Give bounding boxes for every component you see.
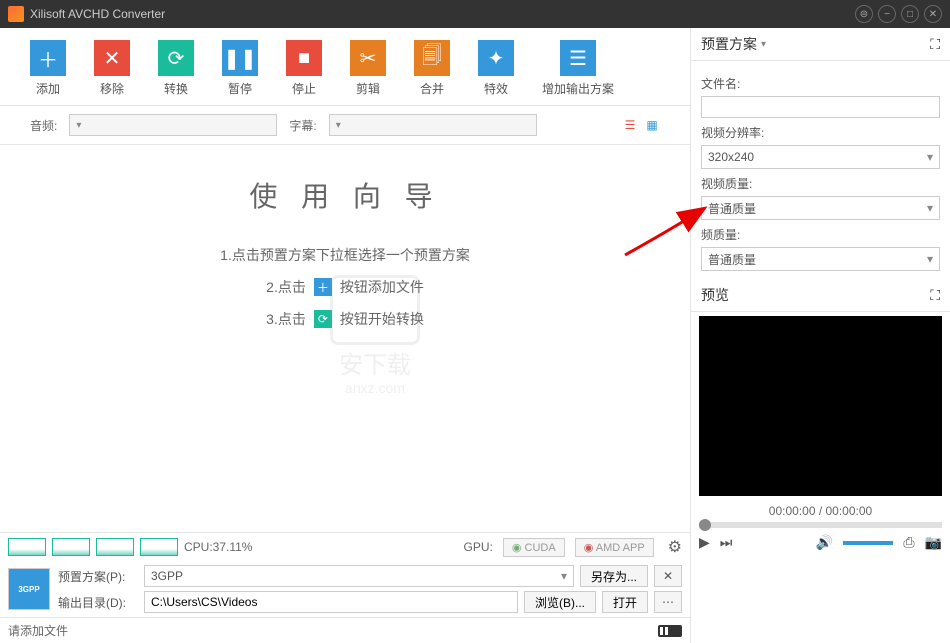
wizard-area: 使 用 向 导 1.点击预置方案下拉框选择一个预置方案 2.点击 ＋ 按钮添加文… xyxy=(0,145,690,532)
wizard-step-3: 3.点击 ⟳ 按钮开始转换 xyxy=(0,309,690,329)
cpu-core-3 xyxy=(96,538,134,556)
saveas-button[interactable]: 另存为... xyxy=(580,565,648,587)
merge-icon: 🗐 xyxy=(414,40,450,76)
add-profile-button[interactable]: ☰ 增加输出方案 xyxy=(542,40,614,97)
subtitle-select[interactable] xyxy=(329,114,537,136)
vquality-select[interactable]: 普通质量 xyxy=(701,196,940,220)
pause-icon: ❚❚ xyxy=(222,40,258,76)
cuda-button[interactable]: ◉ CUDA xyxy=(503,538,565,557)
cpu-core-1 xyxy=(8,538,46,556)
gpu-label: GPU: xyxy=(464,540,493,554)
effect-button[interactable]: ✦ 特效 xyxy=(478,40,514,97)
expand-preset-icon[interactable]: ⛶ xyxy=(930,36,940,53)
resolution-label: 视频分辨率: xyxy=(701,124,940,141)
wizard-step-2: 2.点击 ＋ 按钮添加文件 xyxy=(0,277,690,297)
grid-view-icon[interactable]: ▦ xyxy=(644,117,660,133)
wizard-title: 使 用 向 导 xyxy=(0,175,690,215)
toolbar: ＋ 添加 ✕ 移除 ⟳ 转换 ❚❚ 暂停 ■ 停止 ✂ 剪辑 xyxy=(0,28,690,106)
close-button[interactable]: ✕ xyxy=(924,5,942,23)
output-label: 输出目录(D): xyxy=(58,594,138,611)
status-toggle[interactable] xyxy=(658,625,682,637)
list-plus-icon: ☰ xyxy=(560,40,596,76)
cpu-core-4 xyxy=(140,538,178,556)
filename-label: 文件名: xyxy=(701,75,940,92)
preset-panel-title: 预置方案 xyxy=(701,34,757,54)
minimize-button[interactable]: − xyxy=(878,5,896,23)
cpu-core-2 xyxy=(52,538,90,556)
resolution-select[interactable]: 320x240 xyxy=(701,145,940,169)
profile-format-icon: 3GPP xyxy=(8,568,50,610)
arrow-cycle-icon: ⟳ xyxy=(158,40,194,76)
pause-button[interactable]: ❚❚ 暂停 xyxy=(222,40,258,97)
play-button[interactable]: ▶ xyxy=(699,534,710,551)
convert-button[interactable]: ⟳ 转换 xyxy=(158,40,194,97)
volume-icon[interactable]: 🔊 xyxy=(816,534,833,551)
preview-seek-slider[interactable] xyxy=(699,522,942,528)
add-button[interactable]: ＋ 添加 xyxy=(30,40,66,97)
output-dir-input[interactable] xyxy=(144,591,518,613)
status-text: 请添加文件 xyxy=(8,622,68,639)
stop-button[interactable]: ■ 停止 xyxy=(286,40,322,97)
settings-button[interactable]: ⊜ xyxy=(855,5,873,23)
output-more-button[interactable]: ⋯ xyxy=(654,591,682,613)
scissors-icon: ✂ xyxy=(350,40,386,76)
preview-video xyxy=(699,316,942,496)
audio-label: 音频: xyxy=(30,117,57,134)
preview-time: 00:00:00 / 00:00:00 xyxy=(691,500,950,522)
volume-slider[interactable] xyxy=(843,541,893,545)
vquality-label: 视频质量: xyxy=(701,175,940,192)
wizard-step-1: 1.点击预置方案下拉框选择一个预置方案 xyxy=(0,245,690,265)
browse-button[interactable]: 浏览(B)... xyxy=(524,591,596,613)
list-view-icon[interactable]: ☰ xyxy=(622,117,638,133)
next-button[interactable]: ⏭ xyxy=(720,534,733,551)
preset-select[interactable]: 3GPP▾ xyxy=(144,565,574,587)
open-button[interactable]: 打开 xyxy=(602,591,648,613)
filename-input[interactable] xyxy=(701,96,940,118)
expand-preview-icon[interactable]: ⛶ xyxy=(930,287,940,304)
merge-button[interactable]: 🗐 合并 xyxy=(414,40,450,97)
x-icon: ✕ xyxy=(94,40,130,76)
snapshot-button[interactable]: ⎙ xyxy=(903,534,914,551)
sparkle-icon: ✦ xyxy=(478,40,514,76)
camera-button[interactable]: 📷 xyxy=(925,534,942,551)
cut-button[interactable]: ✂ 剪辑 xyxy=(350,40,386,97)
cpu-label: CPU:37.11% xyxy=(184,540,252,554)
audio-select[interactable] xyxy=(69,114,277,136)
remove-button[interactable]: ✕ 移除 xyxy=(94,40,130,97)
gear-icon[interactable]: ⚙ xyxy=(668,537,682,557)
maximize-button[interactable]: □ xyxy=(901,5,919,23)
plus-icon: ＋ xyxy=(30,40,66,76)
aquality-select[interactable]: 普通质量 xyxy=(701,247,940,271)
stop-icon: ■ xyxy=(286,40,322,76)
plus-icon: ＋ xyxy=(314,278,332,296)
subtitle-label: 字幕: xyxy=(289,117,316,134)
app-icon xyxy=(8,6,24,22)
preset-label: 预置方案(P): xyxy=(58,568,138,585)
preview-panel-title: 预览 xyxy=(701,285,729,305)
preset-delete-button[interactable]: ✕ xyxy=(654,565,682,587)
aquality-label: 频质量: xyxy=(701,226,940,243)
app-title: Xilisoft AVCHD Converter xyxy=(30,7,165,21)
amd-button[interactable]: ◉ AMD APP xyxy=(575,538,654,557)
arrow-cycle-icon: ⟳ xyxy=(314,310,332,328)
